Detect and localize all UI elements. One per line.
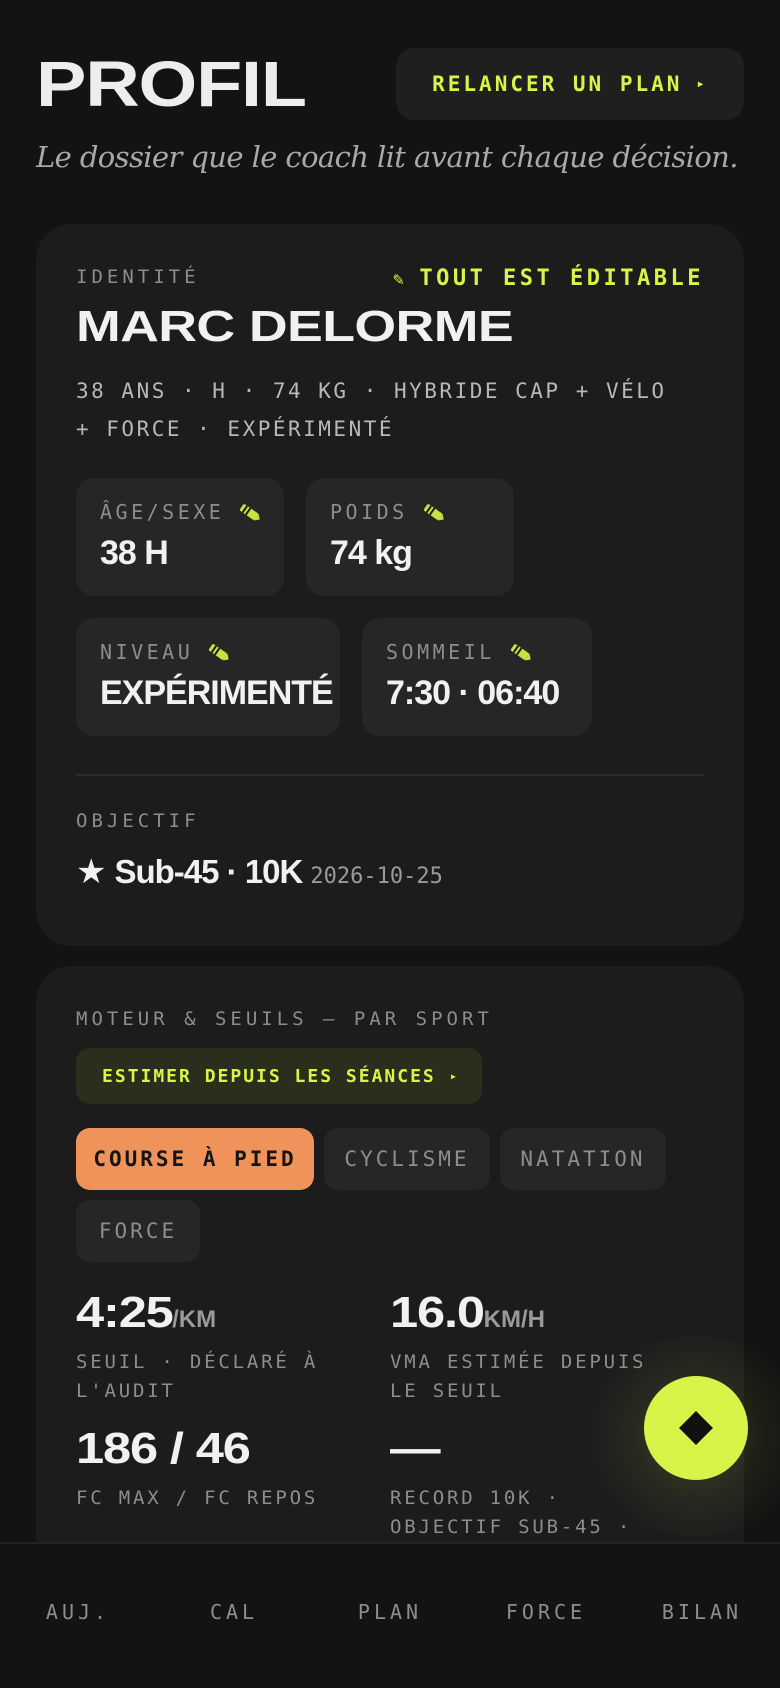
metric-value: 186 / 46 [76, 1424, 251, 1473]
objective-value: Sub-45 · 10K [114, 853, 303, 890]
play-arrow-icon: ▸ [449, 1069, 459, 1083]
stat-label: ÂGE/SEXE [100, 500, 225, 524]
tab-natation[interactable]: NATATION [500, 1128, 666, 1190]
metric-unit: KM/H [483, 1306, 545, 1333]
stat-value: 7:30 · 06:40 [386, 674, 560, 712]
page-subtitle: Le dossier que le coach lit avant chaque… [36, 140, 738, 174]
identity-card: IDENTITÉ ✎ TOUT EST ÉDITABLE MARC DELORME… [36, 224, 744, 946]
nav-item-aujourdhui[interactable]: AUJ. [8, 1600, 148, 1632]
header: PROFIL RELANCER UN PLAN ▸ [36, 48, 744, 128]
athlete-name: MARC DELORME [76, 302, 514, 351]
metric-heart-rate: 186 / 46 FC MAX / FC REPOS [76, 1424, 366, 1513]
diamond-icon [679, 1411, 713, 1445]
stat-label: POIDS [330, 500, 408, 524]
metric-unit: /KM [172, 1306, 217, 1333]
metric-caption: FC MAX / FC REPOS [76, 1487, 319, 1509]
metric-value: 4:25 [76, 1288, 174, 1337]
metric-value: — [390, 1424, 441, 1473]
stat-weight[interactable]: POIDS 74 kg [306, 478, 514, 596]
metric-caption: SEUIL · DÉCLARÉ À L'AUDIT [76, 1351, 319, 1402]
estimate-from-sessions-button[interactable]: ESTIMER DEPUIS LES SÉANCES ▸ [76, 1048, 482, 1104]
nav-item-plan[interactable]: PLAN [320, 1600, 460, 1632]
page-title: PROFIL [36, 48, 307, 120]
tab-cyclisme[interactable]: CYCLISME [324, 1128, 490, 1190]
divider [76, 774, 704, 776]
relaunch-plan-label: RELANCER UN PLAN [432, 72, 683, 96]
coach-fab-button[interactable] [644, 1376, 748, 1480]
stat-value: 74 kg [330, 534, 413, 572]
objective-date: 2026-10-25 [310, 864, 443, 889]
stat-value: 38 H [100, 534, 169, 572]
nav-item-force[interactable]: FORCE [476, 1600, 616, 1632]
athlete-meta: 38 ANS · H · 74 KG · HYBRIDE CAP + VÉLO … [76, 379, 667, 441]
bottom-nav: AUJ. CAL PLAN FORCE BILAN [0, 1542, 780, 1688]
identity-section-label: IDENTITÉ [76, 266, 200, 288]
pencil-icon [510, 644, 531, 661]
metric-value: 16.0 [390, 1288, 485, 1337]
editable-note: ✎ TOUT EST ÉDITABLE [393, 266, 704, 291]
editable-note-label: TOUT EST ÉDITABLE [419, 266, 704, 291]
pencil-icon [209, 644, 229, 661]
play-arrow-icon: ▸ [696, 76, 708, 92]
nav-item-calendrier[interactable]: CAL [164, 1600, 304, 1632]
objective[interactable]: ★ Sub-45 · 10K 2026-10-25 [76, 852, 443, 892]
stat-label: SOMMEIL [386, 640, 495, 664]
star-icon: ★ [76, 853, 107, 891]
pencil-icon: ✎ [392, 269, 408, 290]
stat-label: NIVEAU [100, 640, 194, 664]
nav-item-bilan[interactable]: BILAN [632, 1600, 772, 1632]
objective-section-label: OBJECTIF [76, 810, 200, 832]
estimate-label: ESTIMER DEPUIS LES SÉANCES [102, 1065, 436, 1087]
pencil-icon [240, 504, 260, 521]
stat-level[interactable]: NIVEAU EXPÉRIMENTÉ [76, 618, 340, 736]
relaunch-plan-button[interactable]: RELANCER UN PLAN ▸ [396, 48, 744, 120]
stat-age-sex[interactable]: ÂGE/SEXE 38 H [76, 478, 284, 596]
metric-threshold-pace: 4:25/KM SEUIL · DÉCLARÉ À L'AUDIT [76, 1288, 366, 1406]
tab-force[interactable]: FORCE [76, 1200, 200, 1262]
stat-value: EXPÉRIMENTÉ [100, 674, 334, 712]
engine-section-label: MOTEUR & SEUILS — PAR SPORT [76, 1008, 493, 1030]
stat-sleep[interactable]: SOMMEIL 7:30 · 06:40 [362, 618, 592, 736]
pencil-icon [423, 504, 444, 521]
tab-course-a-pied[interactable]: COURSE À PIED [76, 1128, 314, 1190]
